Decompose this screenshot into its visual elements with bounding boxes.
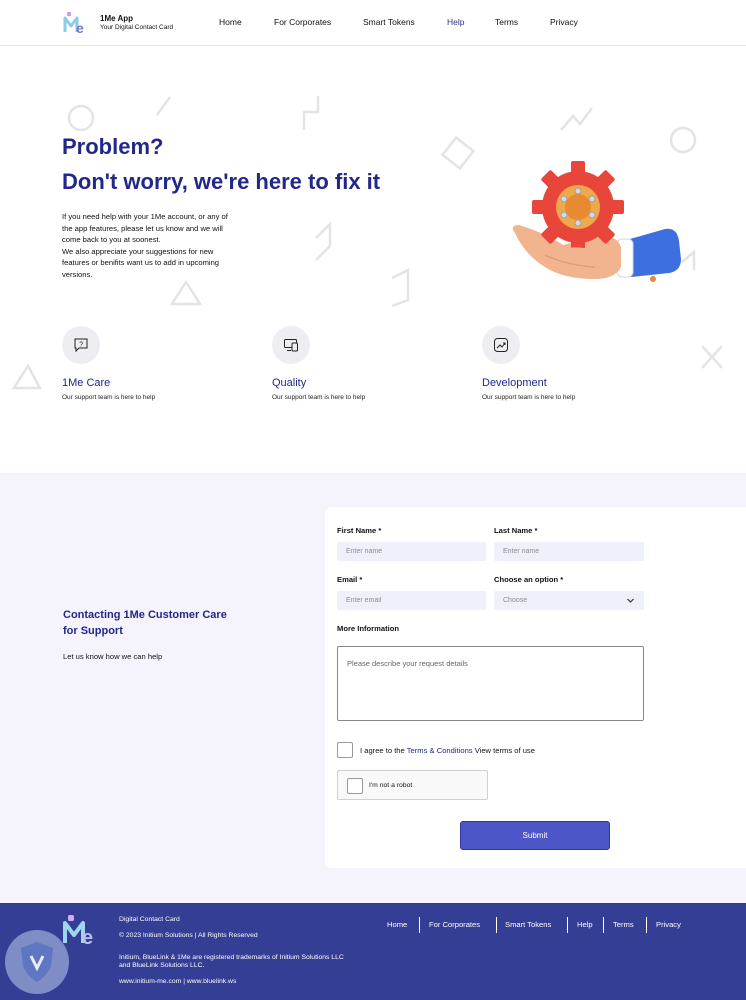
agree-suffix[interactable]: View terms of use	[475, 746, 535, 755]
site-header: e 1Me App Your Digital Contact Card Home…	[0, 0, 746, 46]
option-label: Choose an option *	[494, 575, 564, 584]
footer-nav-home[interactable]: Home	[387, 920, 407, 929]
nav-home[interactable]: Home	[219, 17, 242, 27]
footer-trademark-line1: Initium, BlueLink & 1Me are registered t…	[119, 954, 344, 961]
hero-description-line: come back to you at soonest.	[62, 235, 161, 244]
footer-nav-terms[interactable]: Terms	[613, 920, 634, 929]
shield-watermark-icon	[5, 930, 69, 994]
feature-quality: Quality Our support team is here to help	[272, 326, 432, 401]
nav-terms[interactable]: Terms	[495, 17, 518, 27]
footer-nav-divider	[567, 917, 568, 933]
brand: 1Me App Your Digital Contact Card	[100, 14, 173, 31]
brand-tagline: Your Digital Contact Card	[100, 24, 174, 31]
feature-icon-circle: ?	[62, 326, 100, 364]
terms-link[interactable]: Terms & Conditions	[407, 746, 473, 755]
app-logo-icon[interactable]: e	[62, 10, 94, 36]
shield-icon	[21, 942, 53, 982]
captcha-checkbox[interactable]	[347, 778, 363, 794]
site-footer: e Digital Contact Card © 2023 Initium So…	[0, 903, 746, 1000]
terms-checkbox[interactable]	[337, 742, 353, 758]
feature-icon-circle	[482, 326, 520, 364]
nav-help[interactable]: Help	[447, 17, 464, 27]
feature-development: Development Our support team is here to …	[482, 326, 642, 401]
option-select[interactable]: Choose	[494, 591, 644, 610]
footer-trademark-line2: and BlueLink Solutions LLC.	[119, 962, 205, 969]
option-select-value: Choose	[503, 597, 528, 604]
feature-subtitle: Our support team is here to help	[272, 394, 366, 401]
first-name-input[interactable]	[337, 542, 486, 561]
hero-description-line: the app features, please let us know and…	[62, 223, 223, 233]
svg-text:e: e	[76, 20, 84, 36]
svg-text:?: ?	[79, 342, 83, 349]
feature-icon-circle	[272, 326, 310, 364]
agree-prefix: I agree to the	[360, 746, 405, 755]
submit-button[interactable]: Submit	[460, 821, 610, 850]
trend-chart-icon	[494, 338, 508, 352]
footer-nav: Home For Corporates Smart Tokens Help Te…	[0, 917, 746, 933]
footer-nav-for-corporates[interactable]: For Corporates	[429, 920, 480, 929]
contact-heading: Contacting 1Me Customer Care for Support	[63, 609, 227, 637]
email-label: Email *	[337, 575, 363, 584]
footer-copyright: © 2023 Initium Solutions | All Rights Re…	[119, 932, 258, 939]
feature-title: Development	[482, 377, 547, 389]
hero-title-problem: Problem?	[62, 134, 164, 159]
devices-icon	[284, 339, 298, 352]
hero-description: If you need help with your 1Me account, …	[62, 211, 262, 280]
nav-for-corporates[interactable]: For Corporates	[274, 17, 331, 27]
footer-links[interactable]: www.initium-me.com | www.bluelink.ws	[119, 978, 236, 985]
footer-nav-divider	[419, 917, 420, 933]
first-name-label: First Name *	[337, 526, 382, 535]
chat-question-icon: ?	[74, 338, 88, 353]
more-info-placeholder: Please describe your request details	[347, 659, 468, 668]
feature-subtitle: Our support team is here to help	[62, 394, 156, 401]
captcha-widget: I'm not a robot	[337, 770, 488, 800]
last-name-input[interactable]	[494, 542, 644, 561]
hero-description-line: versions.	[62, 269, 93, 279]
brand-name: 1Me App	[100, 14, 134, 23]
hero-description-line: features or benifits want us to add in u…	[62, 258, 220, 267]
more-info-textarea[interactable]: Please describe your request details	[337, 646, 644, 721]
footer-nav-privacy[interactable]: Privacy	[656, 920, 681, 929]
hero-title-fix: Don't worry, we're here to fix it	[62, 169, 381, 194]
nav-privacy[interactable]: Privacy	[550, 17, 578, 27]
feature-title: 1Me Care	[62, 377, 111, 389]
footer-nav-divider	[646, 917, 647, 933]
more-info-label: More Information	[337, 624, 400, 633]
chevron-down-icon	[627, 598, 634, 603]
email-input[interactable]	[337, 591, 486, 610]
nav-smart-tokens[interactable]: Smart Tokens	[363, 17, 415, 27]
contact-subtext: Let us know how we can help	[63, 652, 163, 661]
feature-title: Quality	[272, 377, 307, 389]
hero-description-line: We also appreciate your suggestions for …	[62, 246, 214, 256]
hero-description-line: If you need help with your 1Me account, …	[62, 212, 228, 221]
footer-nav-divider	[496, 917, 497, 933]
hand-gear-illustration	[512, 161, 681, 282]
footer-nav-divider	[603, 917, 604, 933]
last-name-label: Last Name *	[494, 526, 538, 535]
footer-nav-help[interactable]: Help	[577, 920, 593, 929]
footer-nav-smart-tokens[interactable]: Smart Tokens	[505, 920, 551, 929]
terms-agreement-text: I agree to the Terms & Conditions View t…	[360, 746, 535, 755]
captcha-label: I'm not a robot	[369, 782, 413, 789]
feature-subtitle: Our support team is here to help	[482, 394, 576, 401]
feature-1me-care: ? 1Me Care Our support team is here to h…	[62, 326, 222, 401]
